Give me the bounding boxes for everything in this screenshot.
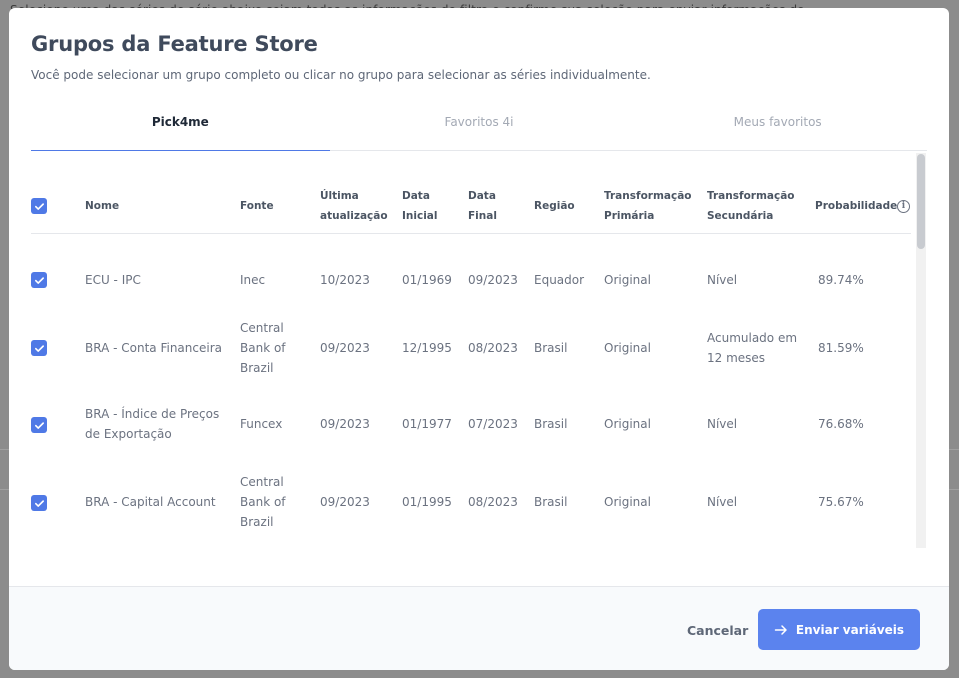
row-checkbox[interactable] bbox=[31, 340, 47, 356]
cell-nome: BRA - Capital Account bbox=[85, 495, 216, 509]
cell-regiao: Brasil bbox=[534, 495, 568, 509]
header-ultima-atualizacao[interactable]: Última atualização bbox=[320, 186, 388, 226]
cell-data-inicial: 01/1995 bbox=[402, 495, 452, 509]
table-scrollbar[interactable] bbox=[916, 153, 926, 548]
check-icon bbox=[34, 202, 44, 210]
cell-transformacao-secundaria: Nível bbox=[707, 495, 738, 509]
scrollbar-thumb[interactable] bbox=[917, 154, 925, 249]
cell-transformacao-primaria: Original bbox=[604, 417, 651, 431]
tab-pick4me[interactable]: Pick4me bbox=[31, 108, 330, 151]
row-checkbox[interactable] bbox=[31, 272, 47, 288]
cell-nome: BRA - Conta Financeira bbox=[85, 341, 222, 355]
check-icon bbox=[34, 499, 44, 507]
cell-ultima-atualizacao: 09/2023 bbox=[320, 341, 370, 355]
modal-footer: Cancelar Enviar variáveis bbox=[9, 586, 949, 670]
check-icon bbox=[34, 421, 44, 429]
check-icon bbox=[34, 276, 44, 284]
cell-ultima-atualizacao: 09/2023 bbox=[320, 417, 370, 431]
header-regiao[interactable]: Região bbox=[534, 196, 575, 216]
header-fonte[interactable]: Fonte bbox=[240, 196, 274, 216]
cell-regiao: Brasil bbox=[534, 341, 568, 355]
cell-nome: BRA - Índice de Preços de Exportação bbox=[85, 407, 220, 441]
cell-data-inicial: 12/1995 bbox=[402, 341, 452, 355]
cell-fonte: Central Bank of Brazil bbox=[240, 321, 286, 375]
cell-fonte: Funcex bbox=[240, 417, 283, 431]
header-probabilidade[interactable]: Probabilidade bbox=[815, 196, 897, 216]
cell-transformacao-secundaria: Acumulado em 12 meses bbox=[707, 331, 798, 365]
cell-data-inicial: 01/1969 bbox=[402, 273, 452, 287]
cell-fonte: Inec bbox=[240, 273, 266, 287]
send-variables-button[interactable]: Enviar variáveis bbox=[758, 609, 920, 650]
header-nome[interactable]: Nome bbox=[85, 196, 119, 216]
header-data-inicial[interactable]: Data Inicial bbox=[402, 186, 438, 226]
tabs: Pick4me Favoritos 4i Meus favoritos bbox=[31, 108, 927, 151]
tab-favoritos-4i[interactable]: Favoritos 4i bbox=[330, 108, 629, 150]
cell-ultima-atualizacao: 09/2023 bbox=[320, 495, 370, 509]
cell-regiao: Equador bbox=[534, 273, 585, 287]
cell-data-final: 09/2023 bbox=[468, 273, 518, 287]
tab-meus-favoritos[interactable]: Meus favoritos bbox=[628, 108, 927, 150]
table-row[interactable]: BRA - Conta Financeira Central Bank of B… bbox=[31, 312, 911, 382]
send-variables-label: Enviar variáveis bbox=[795, 622, 905, 637]
cell-probabilidade: 75.67% bbox=[818, 495, 864, 509]
cell-transformacao-secundaria: Nível bbox=[707, 417, 738, 431]
cell-transformacao-secundaria: Nível bbox=[707, 273, 738, 287]
select-all-checkbox[interactable] bbox=[31, 198, 47, 214]
row-checkbox[interactable] bbox=[31, 495, 47, 511]
info-icon[interactable]: i bbox=[897, 200, 910, 213]
feature-store-modal: Grupos da Feature Store Você pode seleci… bbox=[9, 8, 949, 670]
cell-ultima-atualizacao: 10/2023 bbox=[320, 273, 370, 287]
header-transformacao-primaria[interactable]: Transformação Primária bbox=[604, 186, 692, 226]
arrow-right-icon bbox=[774, 624, 787, 635]
table-header: Nome Fonte Última atualização Data Inici… bbox=[31, 152, 911, 234]
modal-title: Grupos da Feature Store bbox=[31, 32, 318, 56]
cell-transformacao-primaria: Original bbox=[604, 341, 651, 355]
cell-regiao: Brasil bbox=[534, 417, 568, 431]
table-row[interactable]: BRA - Índice de Preços de Exportação Fun… bbox=[31, 382, 911, 462]
check-icon bbox=[34, 344, 44, 352]
cancel-button[interactable]: Cancelar bbox=[687, 623, 748, 638]
cell-data-final: 08/2023 bbox=[468, 495, 518, 509]
row-checkbox[interactable] bbox=[31, 417, 47, 433]
groups-table: Nome Fonte Última atualização Data Inici… bbox=[31, 152, 927, 548]
table-row[interactable]: ECU - IPC Inec 10/2023 01/1969 09/2023 E… bbox=[31, 234, 911, 312]
cell-nome: ECU - IPC bbox=[85, 273, 141, 287]
cell-transformacao-primaria: Original bbox=[604, 273, 651, 287]
cell-transformacao-primaria: Original bbox=[604, 495, 651, 509]
table-row[interactable]: BRA - Capital Account Central Bank of Br… bbox=[31, 462, 911, 542]
cell-probabilidade: 76.68% bbox=[818, 417, 864, 431]
modal-subtitle: Você pode selecionar um grupo completo o… bbox=[31, 68, 651, 82]
cell-data-inicial: 01/1977 bbox=[402, 417, 452, 431]
header-transformacao-secundaria[interactable]: Transformação Secundária bbox=[707, 186, 795, 226]
cell-probabilidade: 81.59% bbox=[818, 341, 864, 355]
cell-probabilidade: 89.74% bbox=[818, 273, 864, 287]
header-data-final[interactable]: Data Final bbox=[468, 186, 497, 226]
cell-fonte: Central Bank of Brazil bbox=[240, 475, 286, 529]
cell-data-final: 07/2023 bbox=[468, 417, 518, 431]
cell-data-final: 08/2023 bbox=[468, 341, 518, 355]
